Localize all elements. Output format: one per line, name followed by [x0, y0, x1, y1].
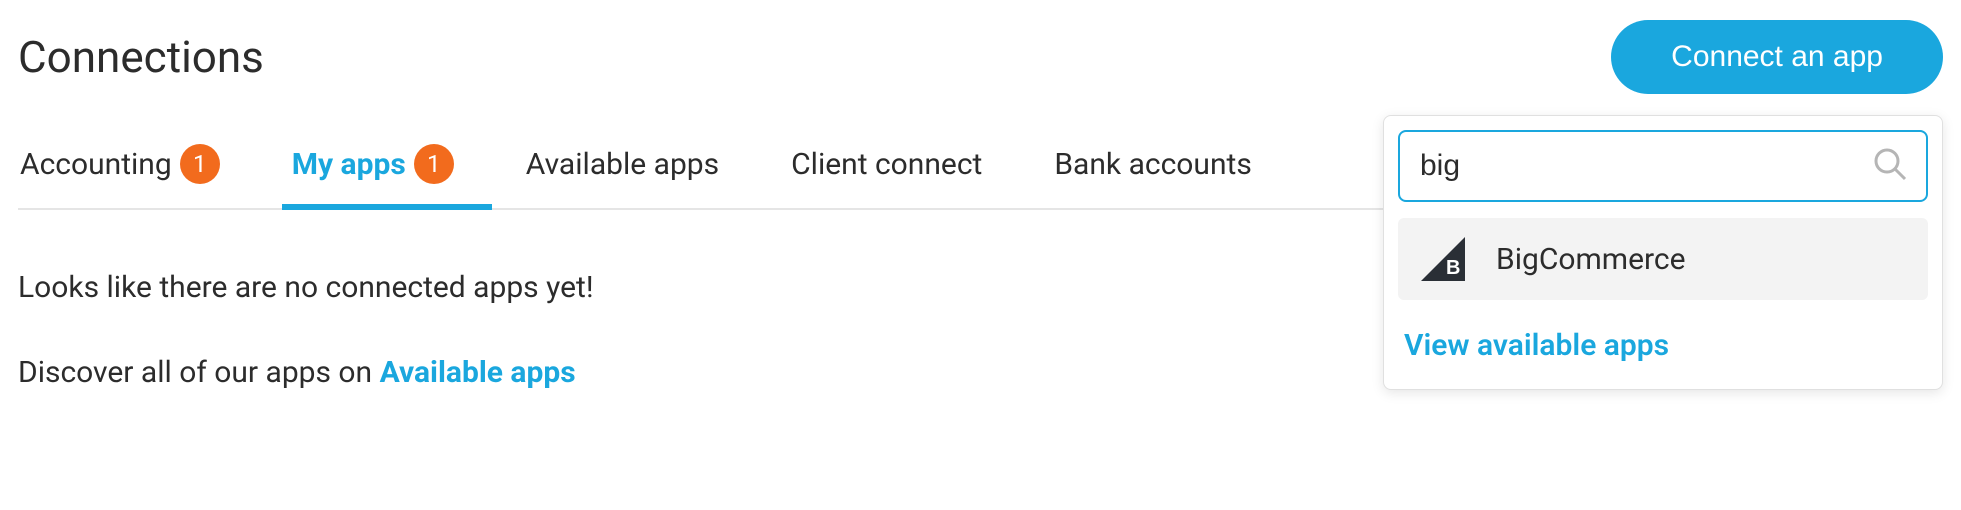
- tab-label: My apps: [292, 147, 406, 182]
- tab-label: Available apps: [526, 147, 719, 182]
- search-result-bigcommerce[interactable]: B BigCommerce: [1398, 218, 1928, 300]
- search-input[interactable]: [1418, 148, 1872, 184]
- connect-an-app-button[interactable]: Connect an app: [1611, 20, 1943, 94]
- tab-label: Bank accounts: [1054, 147, 1251, 182]
- page-title: Connections: [18, 31, 264, 83]
- search-result-label: BigCommerce: [1496, 242, 1686, 277]
- search-dropdown-panel: B BigCommerce View available apps: [1383, 115, 1943, 390]
- bigcommerce-icon: B: [1420, 236, 1466, 282]
- tab-accounting[interactable]: Accounting 1: [18, 124, 250, 208]
- badge-count: 1: [414, 144, 454, 184]
- tab-my-apps[interactable]: My apps 1: [290, 124, 484, 208]
- discover-text: Discover all of our apps on: [18, 355, 380, 390]
- search-box[interactable]: [1398, 130, 1928, 202]
- tab-client-connect[interactable]: Client connect: [789, 127, 1012, 206]
- tab-label: Accounting: [20, 147, 172, 182]
- badge-count: 1: [180, 144, 220, 184]
- search-icon: [1872, 146, 1908, 186]
- tab-label: Client connect: [791, 147, 982, 182]
- svg-text:B: B: [1446, 257, 1460, 279]
- tab-available-apps[interactable]: Available apps: [524, 127, 749, 206]
- available-apps-link[interactable]: Available apps: [380, 355, 576, 390]
- tab-bank-accounts[interactable]: Bank accounts: [1052, 127, 1281, 206]
- view-available-apps-link[interactable]: View available apps: [1398, 300, 1928, 375]
